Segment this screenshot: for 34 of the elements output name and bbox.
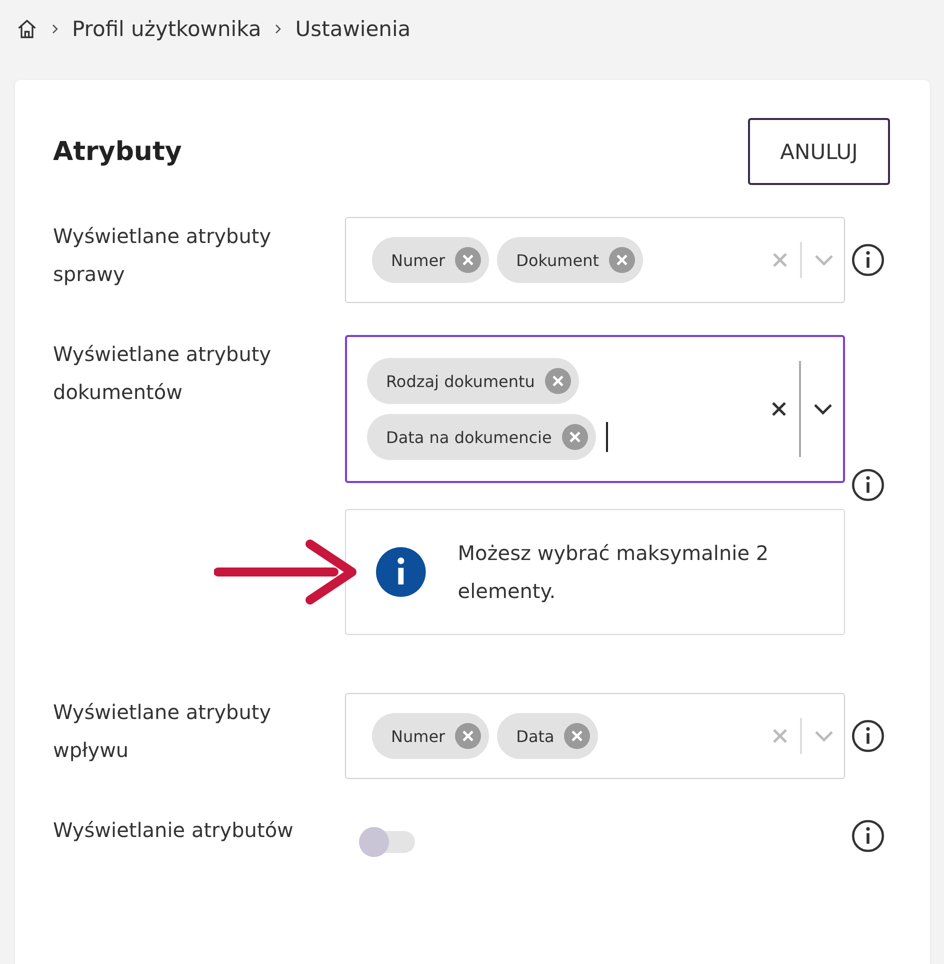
remove-icon[interactable] (455, 247, 482, 273)
tag-chip[interactable]: Data na dokumencie (367, 414, 596, 460)
field-label: Wyświetlanie atrybutów (53, 817, 294, 844)
info-icon[interactable] (850, 819, 884, 853)
field-label: Wyświetlane atrybuty dokumentów (53, 341, 272, 406)
clear-icon[interactable] (771, 401, 787, 417)
field-label: Wyświetlane atrybuty sprawy (53, 223, 272, 288)
cancel-button[interactable]: ANULUJ (748, 118, 890, 185)
remove-icon[interactable] (564, 723, 590, 749)
remove-icon[interactable] (544, 368, 571, 394)
message-text: Możesz wybrać maksymalnie 2 elementy. (458, 540, 770, 605)
field-label: Wyświetlane atrybuty wpływu (53, 699, 272, 764)
tag-chip[interactable]: Dokument (497, 237, 643, 283)
breadcrumb-item[interactable]: Profil użytkownika (72, 17, 262, 41)
multi-select-field[interactable]: Numer Data (345, 693, 845, 779)
remove-icon[interactable] (455, 723, 482, 749)
info-icon[interactable] (850, 719, 884, 753)
info-icon[interactable] (850, 243, 884, 277)
breadcrumb-item[interactable]: Ustawienia (295, 17, 411, 41)
dropdown-chevron-icon[interactable] (813, 403, 833, 415)
tag-chip[interactable]: Rodzaj dokumentu (367, 358, 579, 404)
tag-chip[interactable]: Numer (372, 713, 490, 759)
tag-chip[interactable]: Numer (372, 237, 490, 283)
remove-icon[interactable] (609, 247, 635, 273)
tag-chip[interactable]: Data (497, 713, 598, 759)
chevron-icon (50, 24, 60, 34)
home-icon[interactable] (16, 18, 38, 40)
text-cursor (606, 422, 608, 452)
multi-select-field[interactable]: Rodzaj dokumentu Data na dokumencie (345, 335, 845, 483)
section-title: Atrybuty (53, 136, 182, 166)
chevron-icon (273, 24, 284, 34)
multi-select-field[interactable]: Numer Dokument (345, 217, 845, 303)
remove-icon[interactable] (562, 424, 588, 450)
info-icon[interactable] (850, 468, 884, 502)
